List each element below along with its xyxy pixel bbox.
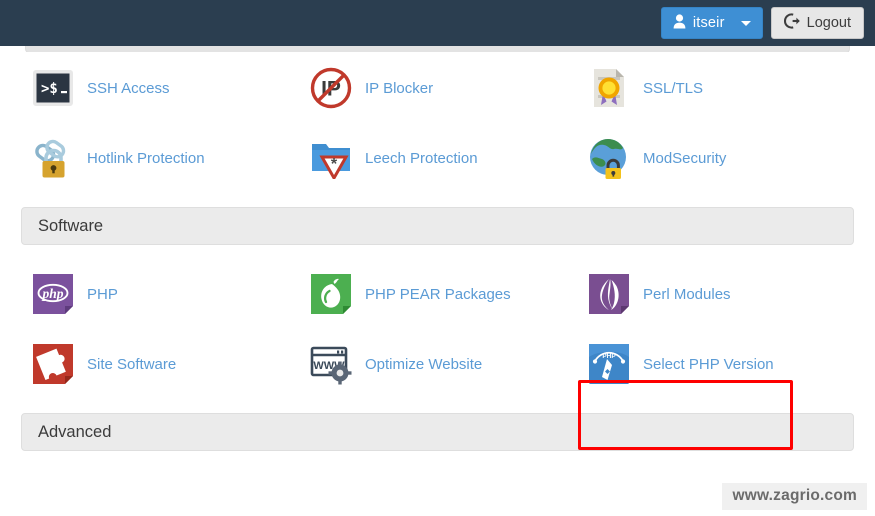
chain-lock-icon xyxy=(32,137,74,179)
logout-label: Logout xyxy=(806,15,851,31)
tile-label: ModSecurity xyxy=(643,149,727,167)
tile-perl-modules[interactable]: Perl Modules xyxy=(574,259,852,329)
tile-ssh-access[interactable]: >$ SSH Access xyxy=(18,53,296,123)
certificate-icon xyxy=(588,67,630,109)
tile-label: Site Software xyxy=(87,355,177,373)
cpanel-page: itseir Logout >$ SSH Access IP Blocker S… xyxy=(0,0,875,516)
svg-text:php: php xyxy=(41,286,63,301)
tile-ip-blocker[interactable]: IP IP Blocker xyxy=(296,53,574,123)
tile-label: PHP PEAR Packages xyxy=(365,285,511,303)
watermark: www.zagrio.com xyxy=(722,483,867,510)
php-icon: php xyxy=(32,273,74,315)
tile-leech-protection[interactable]: * Leech Protection xyxy=(296,123,574,193)
folder-warning-icon: * xyxy=(310,137,352,179)
panel-bottom-edge xyxy=(25,46,850,55)
top-navigation-bar: itseir Logout xyxy=(0,0,875,46)
tile-label: SSL/TLS xyxy=(643,79,704,97)
top-bar-actions: itseir Logout xyxy=(660,7,864,39)
tile-label: Hotlink Protection xyxy=(87,149,205,167)
svg-text:*: * xyxy=(331,156,338,173)
tile-modsecurity[interactable]: ModSecurity xyxy=(574,123,852,193)
tile-label: Leech Protection xyxy=(365,149,478,167)
svg-text:PHP: PHP xyxy=(602,353,616,360)
user-menu-button[interactable]: itseir xyxy=(660,7,763,39)
tile-label: SSH Access xyxy=(87,79,170,97)
ip-blocker-icon: IP xyxy=(310,67,352,109)
logout-icon xyxy=(783,13,800,33)
php-gauge-icon: PHP xyxy=(588,343,630,385)
section-title: Advanced xyxy=(38,422,112,441)
main-content: >$ SSH Access IP IP Blocker xyxy=(0,53,875,451)
tile-php-pear-packages[interactable]: PHP PEAR Packages xyxy=(296,259,574,329)
tile-select-php-version[interactable]: PHP Select PHP Version xyxy=(574,329,852,399)
puzzle-piece-icon xyxy=(32,343,74,385)
tile-label: Select PHP Version xyxy=(643,355,774,373)
tile-label: PHP xyxy=(87,285,118,303)
terminal-icon: >$ xyxy=(32,67,74,109)
section-title: Software xyxy=(38,216,104,235)
logout-button[interactable]: Logout xyxy=(770,7,864,39)
www-gear-icon: WWW xyxy=(310,343,352,385)
tile-hotlink-protection[interactable]: Hotlink Protection xyxy=(18,123,296,193)
pear-icon xyxy=(310,273,352,315)
section-header-software: Software xyxy=(21,207,854,245)
person-icon xyxy=(673,13,686,33)
tile-site-software[interactable]: Site Software xyxy=(18,329,296,399)
tile-ssl-tls[interactable]: SSL/TLS xyxy=(574,53,852,123)
chevron-down-icon xyxy=(740,20,751,26)
section-header-advanced: Advanced xyxy=(21,413,854,451)
globe-lock-icon xyxy=(588,137,630,179)
tile-label: IP Blocker xyxy=(365,79,434,97)
security-row-2: Hotlink Protection * Leech Protection Mo… xyxy=(0,123,875,193)
software-row-2: Site Software WWW Optimize Website PHP S… xyxy=(0,329,875,399)
tile-label: Perl Modules xyxy=(643,285,731,303)
software-row-1: php PHP PHP PEAR Packages Perl Modules xyxy=(0,259,875,329)
security-row-1: >$ SSH Access IP IP Blocker xyxy=(0,53,875,123)
tile-optimize-website[interactable]: WWW Optimize Website xyxy=(296,329,574,399)
perl-onion-icon xyxy=(588,273,630,315)
tile-label: Optimize Website xyxy=(365,355,483,373)
svg-text:>$: >$ xyxy=(41,81,58,97)
tile-php[interactable]: php PHP xyxy=(18,259,296,329)
user-name-label: itseir xyxy=(692,15,725,31)
